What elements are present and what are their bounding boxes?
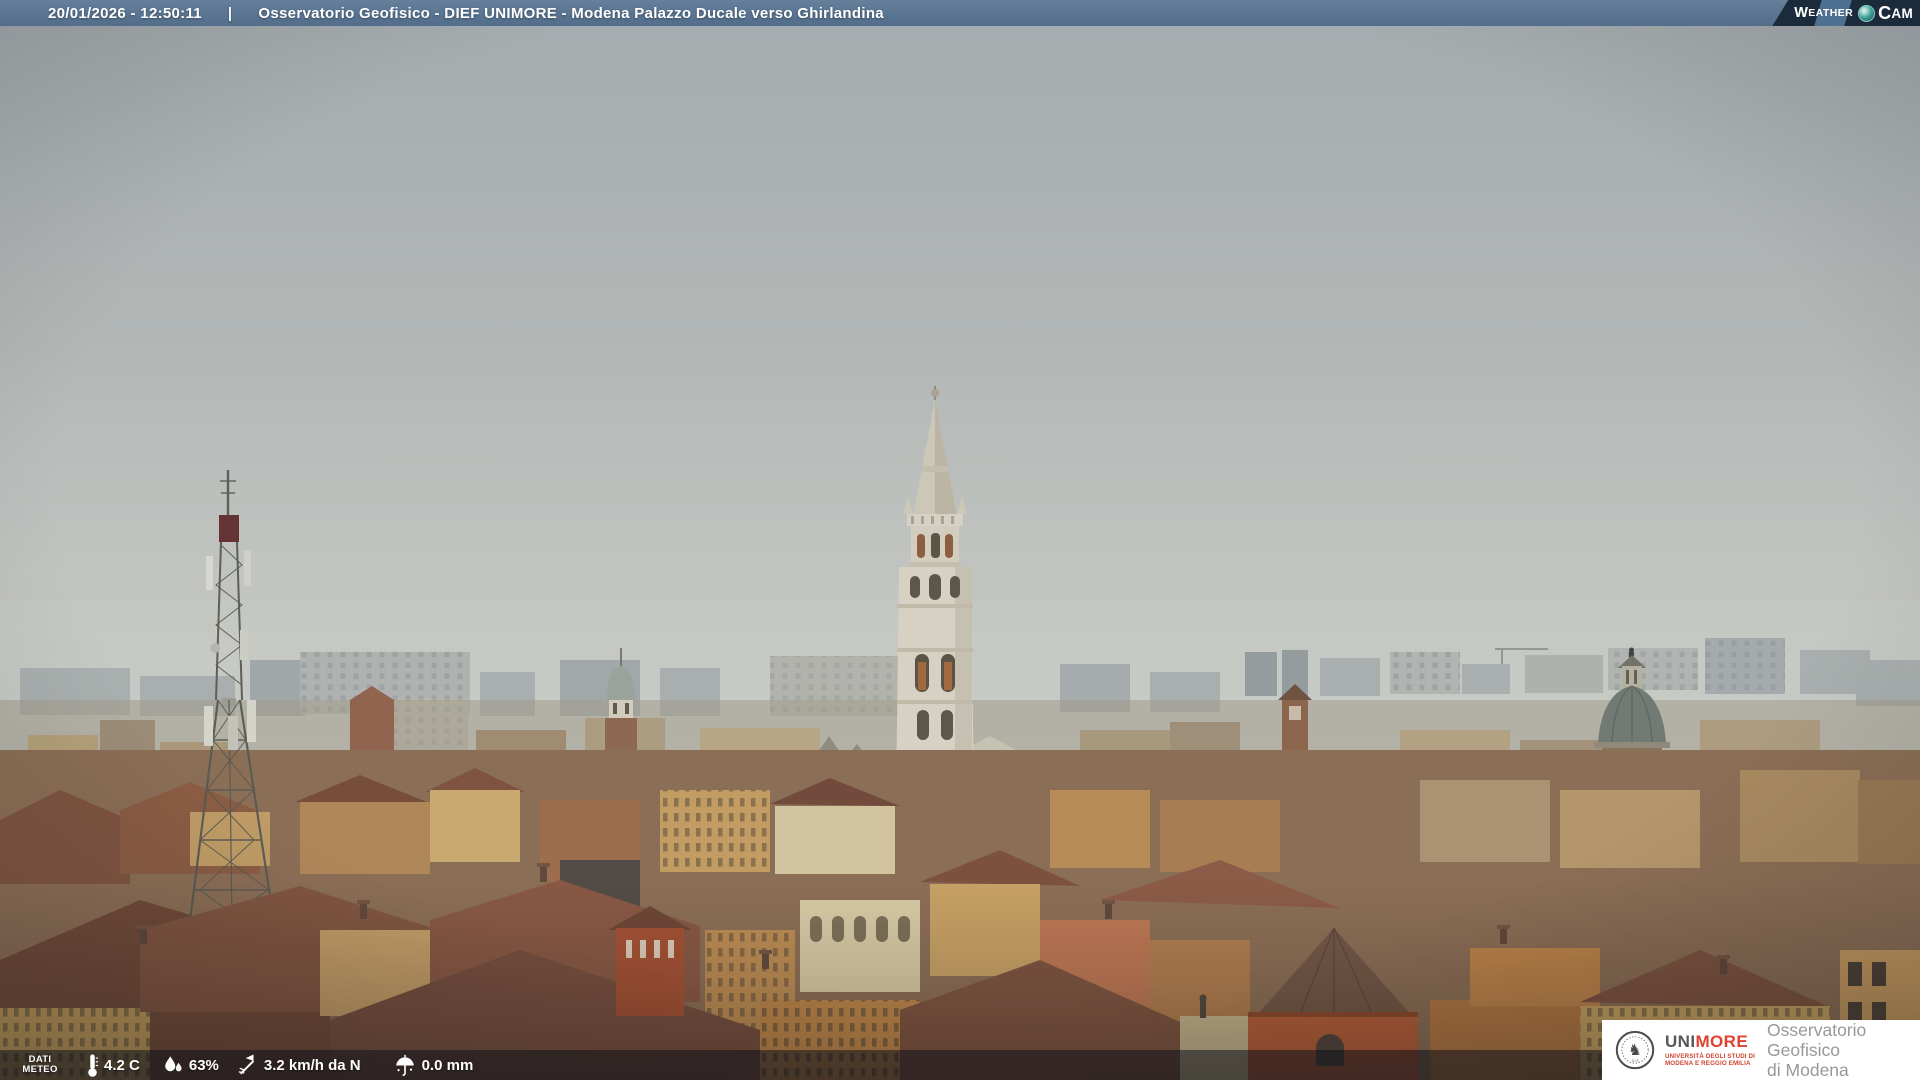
page-title: Osservatorio Geofisico - DIEF UNIMORE - … (258, 4, 884, 22)
wind-icon (238, 1054, 255, 1074)
wind-value: 3.2 km/h da N (263, 1056, 361, 1074)
separator: | (227, 4, 233, 22)
precipitation-value: 0.0 mm (421, 1056, 474, 1074)
temperature-value: 4.2 C (104, 1056, 140, 1074)
footer-brand[interactable]: ♞ 1175 UNIMORE UNIVERSITÀ DEGLI STUDI DI… (1602, 1020, 1920, 1080)
unimore-crest: ♞ 1175 (1615, 1030, 1655, 1070)
unimore-wordmark: UNIMORE UNIVERSITÀ DEGLI STUDI DI MODENA… (1665, 1032, 1756, 1067)
observatory-name: Osservatorio Geofisico di Modena (1767, 1020, 1867, 1080)
weathercam-logo[interactable]: W EATHER C AM (1772, 0, 1920, 26)
dati-meteo-label: DATI METEO (22, 1053, 58, 1075)
umbrella-icon (395, 1054, 414, 1076)
humidity-value: 63% (188, 1056, 219, 1074)
weathercam-word-weather: W (1794, 5, 1809, 21)
university-subtitle-line2: MODENA E REGGIO EMILIA (1665, 1060, 1751, 1067)
city-scene (0, 0, 1920, 1080)
webcam-frame: 20/01/2026 - 12:50:11 | Osservatorio Geo… (0, 0, 1920, 1080)
top-bar: 20/01/2026 - 12:50:11 | Osservatorio Geo… (0, 0, 1920, 26)
timestamp: 20/01/2026 - 12:50:11 (48, 4, 202, 22)
camera-lens-icon (1858, 4, 1876, 22)
svg-text:♞: ♞ (1628, 1041, 1642, 1059)
thermometer-icon (88, 1053, 99, 1077)
weathercam-word-cam: C (1878, 2, 1892, 23)
atmosphere (0, 0, 1920, 1080)
university-subtitle-line1: UNIVERSITÀ DEGLI STUDI DI (1665, 1053, 1756, 1060)
svg-text:1175: 1175 (1631, 1059, 1638, 1063)
humidity-icon (165, 1055, 182, 1071)
